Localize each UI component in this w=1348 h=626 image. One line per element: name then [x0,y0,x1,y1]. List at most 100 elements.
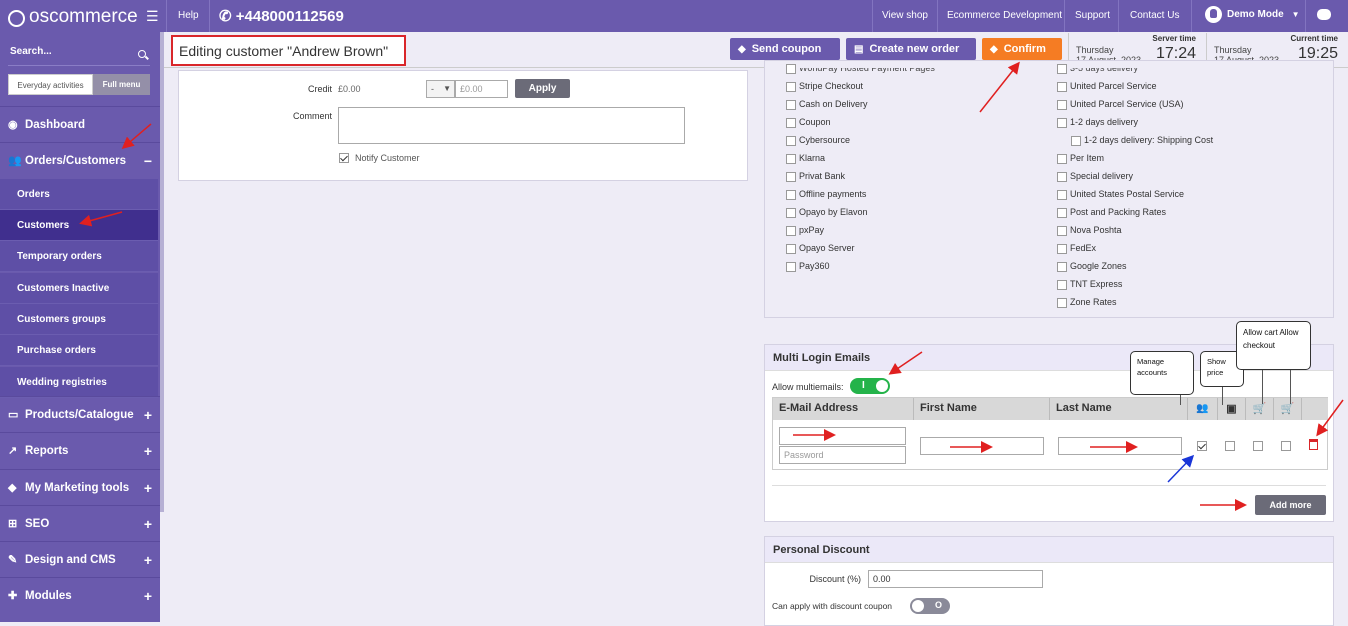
credit-amount-input[interactable]: £0.00 [455,80,508,98]
payment-option-label: Pay360 [799,261,830,271]
payment-option-label: Coupon [799,117,831,127]
payment-option-checkbox[interactable] [786,226,796,236]
nav-view-shop[interactable]: View shop [882,10,928,21]
allow-checkout-checkbox[interactable] [1281,441,1291,451]
first-name-input[interactable] [920,437,1044,455]
apply-button[interactable]: Apply [515,79,570,98]
payment-option-checkbox[interactable] [786,172,796,182]
sidebar-item-dashboard[interactable]: ◉ Dashboard [0,106,160,142]
dashboard-icon: ◉ [8,119,18,131]
sidebar-item-modules[interactable]: ✚ Modules + [0,577,160,613]
sidebar-item-products-catalogue[interactable]: ▭ Products/Catalogue + [0,396,160,432]
shipping-option-label: Google Zones [1070,261,1127,271]
comment-textarea[interactable] [338,107,685,144]
payment-option-checkbox[interactable] [786,208,796,218]
current-time-label: Current time [1290,34,1338,43]
shipping-option-checkbox[interactable] [1057,118,1067,128]
logo[interactable]: oscommerce [8,6,138,28]
nav-ecommerce-development[interactable]: Ecommerce Development [947,10,1062,21]
shipping-option-checkbox[interactable] [1057,244,1067,254]
shipping-option-label: 1-2 days delivery [1070,117,1139,127]
sidebar-subitem-wedding-registries[interactable]: Wedding registries [0,367,158,398]
payment-option-checkbox[interactable] [786,82,796,92]
expand-icon[interactable]: + [144,588,152,604]
user-menu[interactable]: Demo Mode ▼ [1205,6,1300,23]
send-coupon-button[interactable]: ◆ Send coupon [730,38,840,60]
callout-allow-cart-checkout: Allow cart Allow checkout [1236,321,1311,370]
shipping-3-5-days-checkbox[interactable] [1057,64,1067,74]
chat-icon[interactable] [1317,9,1331,20]
shipping-option-checkbox[interactable] [1057,190,1067,200]
sidebar-item-reports[interactable]: ↗ Reports + [0,432,160,468]
confirm-button[interactable]: ◆ Confirm [982,38,1062,60]
search-input[interactable]: Search... [10,46,52,57]
payment-option-label: Cash on Delivery [799,99,868,109]
sidebar-subitem-purchase-orders[interactable]: Purchase orders [0,335,158,366]
shipping-option-checkbox[interactable] [1057,226,1067,236]
shipping-option-checkbox[interactable] [1057,154,1067,164]
help-link[interactable]: Help [178,10,199,21]
last-name-input[interactable] [1058,437,1182,455]
search-icon[interactable] [138,50,146,58]
shipping-option-checkbox[interactable] [1057,208,1067,218]
shipping-option-checkbox[interactable] [1057,172,1067,182]
sidebar-subitem-temporary-orders[interactable]: Temporary orders [0,241,158,272]
sidebar-subitem-customers-groups[interactable]: Customers groups [0,304,158,335]
phone-number[interactable]: ✆ +448000112569 [219,7,344,25]
tag-icon: ◆ [990,43,998,55]
coupon-apply-toggle[interactable]: O [910,598,950,614]
nav-support[interactable]: Support [1075,10,1110,21]
notify-customer-checkbox[interactable] [339,153,349,163]
sidebar-item-seo[interactable]: ⊞ SEO + [0,505,160,541]
nav-contact-us[interactable]: Contact Us [1130,10,1179,21]
payment-option-checkbox[interactable] [786,190,796,200]
sidebar-subitem-customers[interactable]: Customers [0,210,158,241]
expand-icon[interactable]: + [144,516,152,532]
create-new-order-button[interactable]: ▤ Create new order [846,38,976,60]
sidebar-item-orders-customers[interactable]: 👥 Orders/Customers − [0,142,160,178]
payment-option-checkbox[interactable] [786,262,796,272]
show-price-checkbox[interactable] [1225,441,1235,451]
everyday-activities-button[interactable]: Everyday activities [8,74,93,95]
delete-icon[interactable] [1309,439,1318,450]
credit-sign-select[interactable]: - ▼ [426,80,455,98]
expand-icon[interactable]: + [144,407,152,423]
sidebar-item-design-cms[interactable]: ✎ Design and CMS + [0,541,160,577]
expand-icon[interactable]: + [144,443,152,459]
allow-multiemails-toggle[interactable]: I [850,378,890,394]
shipping-option-label: Nova Poshta [1070,225,1122,235]
chart-icon: ↗ [8,445,18,457]
expand-icon[interactable]: + [144,480,152,496]
shipping-option-checkbox[interactable] [1071,136,1081,146]
payment-option-checkbox[interactable] [786,118,796,128]
shipping-option-checkbox[interactable] [1057,100,1067,110]
shipping-option-checkbox[interactable] [1057,262,1067,272]
sidebar-item-label: Design and CMS [25,553,116,566]
manage-accounts-checkbox[interactable] [1197,441,1207,451]
add-more-button[interactable]: Add more [1255,495,1326,515]
payment-option-checkbox[interactable] [786,100,796,110]
cart-checkout-icon: 🛒 [1274,398,1302,420]
shipping-option-checkbox[interactable] [1057,280,1067,290]
payment-worldpay-checkbox[interactable] [786,64,796,74]
collapse-icon[interactable]: − [144,153,152,169]
avatar-icon [1205,6,1222,23]
payment-option-checkbox[interactable] [786,244,796,254]
email-input[interactable] [779,427,906,445]
expand-icon[interactable]: + [144,552,152,568]
menu-icon[interactable]: ☰ [146,8,159,25]
discount-input[interactable]: 0.00 [868,570,1043,588]
phone-icon: ✆ [219,8,236,25]
payment-option-checkbox[interactable] [786,136,796,146]
sidebar-scrollbar[interactable] [160,32,164,512]
sidebar-search[interactable]: Search... [8,44,150,66]
password-input[interactable]: Password [779,446,906,464]
sidebar-item-marketing-tools[interactable]: ◆ My Marketing tools + [0,469,160,505]
shipping-option-checkbox[interactable] [1057,82,1067,92]
shipping-option-checkbox[interactable] [1057,298,1067,308]
full-menu-button[interactable]: Full menu [93,74,150,95]
sidebar-subitem-customers-inactive[interactable]: Customers Inactive [0,273,158,304]
sidebar-subitem-orders[interactable]: Orders [0,179,158,210]
payment-option-checkbox[interactable] [786,154,796,164]
allow-cart-checkbox[interactable] [1253,441,1263,451]
